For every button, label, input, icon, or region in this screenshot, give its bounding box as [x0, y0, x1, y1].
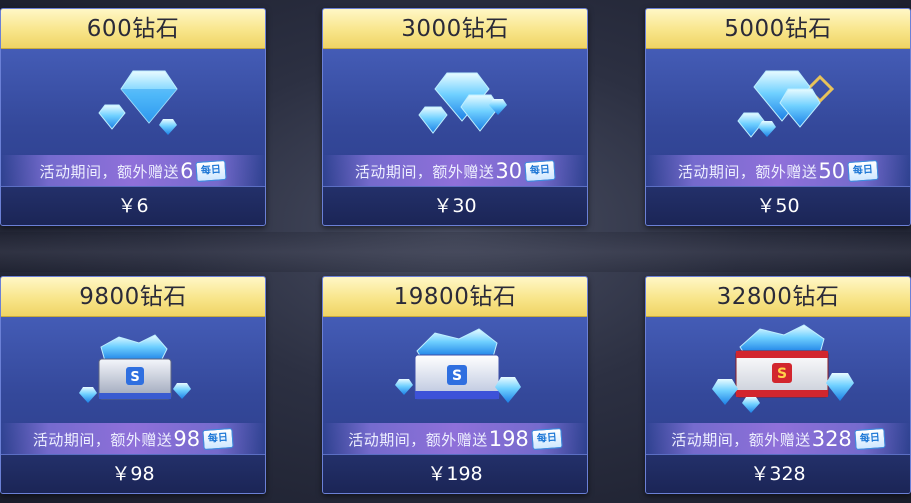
- bonus-label: 活动期间，额外赠送: [671, 430, 811, 449]
- svg-text:S: S: [777, 366, 787, 382]
- price-button[interactable]: ￥6: [1, 186, 265, 225]
- bonus-banner: 活动期间，额外赠送 98 每日: [1, 423, 265, 455]
- blue-chest-icon: S: [323, 317, 587, 422]
- diamond-pack-32800[interactable]: 32800钻石 S 活动期间，额外赠送 328 每日 ￥328: [645, 276, 911, 494]
- bonus-label: 活动期间，额外赠送: [354, 162, 495, 181]
- price-button[interactable]: ￥328: [646, 454, 910, 493]
- diamond-icon: [1, 49, 265, 154]
- bonus-banner: 活动期间，额外赠送 6 每日: [1, 155, 265, 187]
- diamond-icon: [646, 49, 910, 154]
- bonus-label: 活动期间，额外赠送: [348, 430, 488, 449]
- daily-tag-icon: 每日: [531, 427, 563, 451]
- bonus-label: 活动期间，额外赠送: [677, 162, 818, 181]
- bonus-amount: 30: [495, 159, 523, 183]
- pack-title: 5000钻石: [646, 9, 910, 49]
- bonus-amount: 198: [488, 427, 529, 451]
- diamond-pack-5000[interactable]: 5000钻石 活动期间，额外赠送 50 每日 ￥50: [645, 8, 911, 226]
- diamond-pack-3000[interactable]: 3000钻石 活动期间，额外赠送 30 每日 ￥30: [322, 8, 588, 226]
- pack-title: 32800钻石: [646, 277, 910, 317]
- bonus-label: 活动期间，额外赠送: [32, 430, 173, 449]
- svg-text:S: S: [130, 370, 139, 385]
- pack-title: 19800钻石: [323, 277, 587, 317]
- bonus-banner: 活动期间，额外赠送 50 每日: [646, 155, 910, 187]
- diamond-pack-600[interactable]: 600钻石 活动期间，额外赠送 6 每日 ￥6: [0, 8, 266, 226]
- background-divider: [0, 232, 911, 272]
- bonus-amount: 98: [173, 427, 201, 451]
- red-chest-icon: S: [646, 317, 910, 422]
- bonus-amount: 328: [811, 427, 852, 451]
- price-button[interactable]: ￥198: [323, 454, 587, 493]
- pack-title: 600钻石: [1, 9, 265, 49]
- daily-tag-icon: 每日: [524, 159, 556, 183]
- price-button[interactable]: ￥98: [1, 454, 265, 493]
- bonus-amount: 50: [818, 159, 846, 183]
- silver-chest-icon: S: [1, 317, 265, 422]
- diamond-pack-19800[interactable]: 19800钻石 S 活动期间，额外赠送 198 每日 ￥198: [322, 276, 588, 494]
- price-button[interactable]: ￥30: [323, 186, 587, 225]
- daily-tag-icon: 每日: [847, 159, 879, 183]
- svg-text:S: S: [452, 368, 462, 384]
- pack-title: 9800钻石: [1, 277, 265, 317]
- daily-tag-icon: 每日: [195, 159, 228, 183]
- bonus-banner: 活动期间，额外赠送 328 每日: [646, 423, 910, 455]
- bonus-label: 活动期间，额外赠送: [39, 162, 180, 181]
- daily-tag-icon: 每日: [854, 427, 886, 451]
- pack-title: 3000钻石: [323, 9, 587, 49]
- diamond-icon: [323, 49, 587, 154]
- bonus-banner: 活动期间，额外赠送 30 每日: [323, 155, 587, 187]
- price-button[interactable]: ￥50: [646, 186, 910, 225]
- diamond-pack-9800[interactable]: 9800钻石 S 活动期间，额外赠送 98 每日 ￥98: [0, 276, 266, 494]
- bonus-amount: 6: [180, 159, 194, 183]
- bonus-banner: 活动期间，额外赠送 198 每日: [323, 423, 587, 455]
- daily-tag-icon: 每日: [202, 427, 234, 451]
